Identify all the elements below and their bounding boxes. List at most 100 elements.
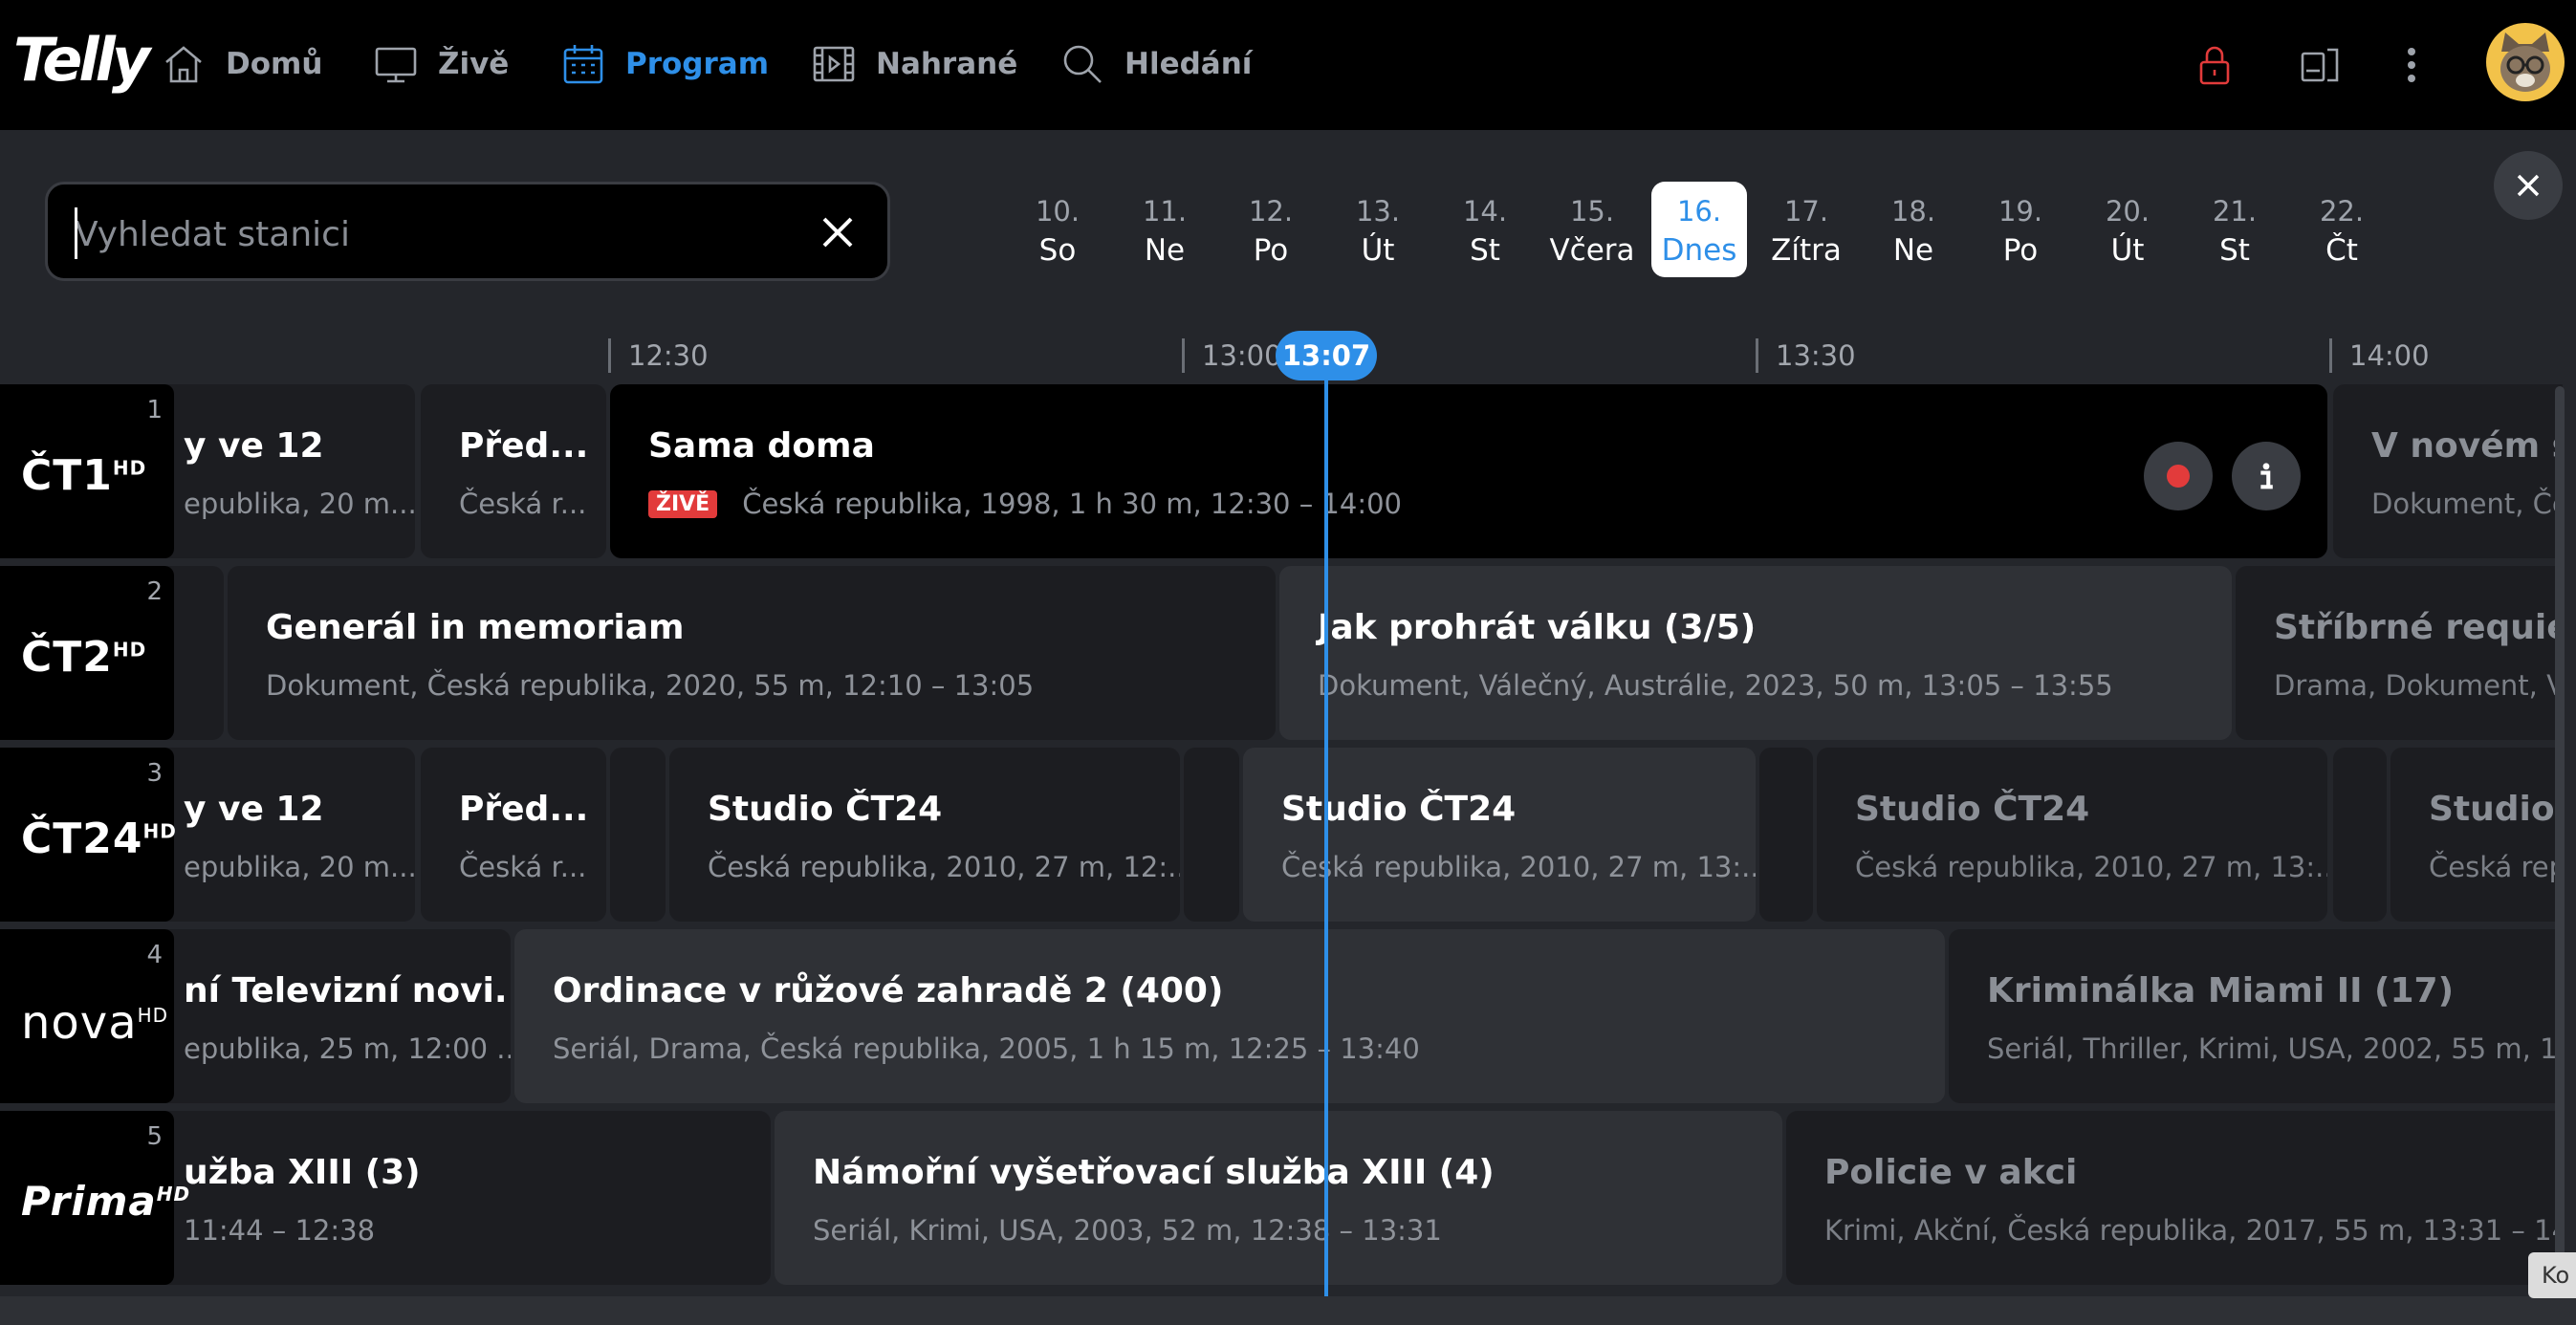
nav-item-search[interactable]: Hledání <box>1059 34 1252 94</box>
channel-logo-ct1[interactable]: 1 ČT1HD <box>0 384 174 558</box>
program-info: Krimi, Akční, Česká republika, 2017, 55 … <box>1824 1214 2563 1247</box>
day-name: St <box>1470 233 1500 268</box>
channel-number: 2 <box>146 577 163 606</box>
station-search-input[interactable] <box>73 207 822 261</box>
program-title: Studio ČT24 <box>708 790 943 829</box>
day-name: Ne <box>1892 233 1934 268</box>
day-name: Po <box>2002 233 2039 268</box>
channel-number: 5 <box>146 1122 163 1151</box>
switch-view-icon <box>2301 48 2339 82</box>
program-cell[interactable]: y ve 12 epublika, 20 m... <box>143 748 415 922</box>
program-cell-current[interactable]: Námořní vyšetřovací služba XIII (4) Seri… <box>775 1111 1782 1285</box>
nav-item-label: Hledání <box>1124 47 1253 81</box>
record-button[interactable] <box>2144 442 2213 510</box>
day-number: 17. <box>1783 195 1829 228</box>
horizontal-scrollbar[interactable] <box>0 1296 2576 1325</box>
program-cell[interactable]: Studio Č Česká rep <box>2390 748 2563 922</box>
program-cell[interactable]: Policie v akci Krimi, Akční, Česká repub… <box>1786 1111 2563 1285</box>
nav-item-program[interactable]: Program <box>560 34 769 94</box>
program-cell[interactable]: V novém sv Dokument, Če <box>2333 384 2563 558</box>
channel-row: y ve 12 epublika, 20 m... Před... Česká … <box>0 746 2563 923</box>
program-title: V novém sv <box>2371 426 2563 466</box>
program-info: epublika, 20 m... <box>184 488 415 520</box>
search-icon <box>1063 45 1102 83</box>
program-cell[interactable]: Kriminálka Miami II (17) Seriál, Thrille… <box>1949 929 2563 1103</box>
day-name: Út <box>1361 233 1395 268</box>
program-cell[interactable]: Generál in memoriam Dokument, Česká repu… <box>228 566 1276 740</box>
lock-icon <box>2199 46 2230 85</box>
program-cell[interactable]: užba XIII (3) 11:44 – 12:38 <box>143 1111 771 1285</box>
program-title: užba XIII (3) <box>184 1153 421 1192</box>
program-cell-live-selected[interactable]: Sama doma ŽIVĚ Česká republika, 1998, 1 h… <box>610 384 2327 558</box>
nav-item-live[interactable]: Živě <box>373 34 509 94</box>
time-tick: 14:00 <box>2329 338 2430 373</box>
clear-search-button[interactable] <box>817 211 859 253</box>
day-item[interactable]: 20. Út <box>2080 182 2175 277</box>
channel-logo-main: nova <box>21 996 138 1050</box>
parental-lock-button[interactable] <box>2188 38 2241 92</box>
day-name: Po <box>1253 233 1289 268</box>
program-cell[interactable]: Studio ČT24 Česká republika, 2010, 27 m,… <box>669 748 1180 922</box>
channel-logo-prima[interactable]: 5 PrimaHD <box>0 1111 189 1285</box>
day-number: 10. <box>1035 195 1081 228</box>
program-info: Česká republika, 2010, 27 m, 12:... <box>708 851 1180 883</box>
telly-logo[interactable]: Telly <box>13 25 150 95</box>
day-name: Ne <box>1144 233 1186 268</box>
day-item[interactable]: 15. Včera <box>1544 182 1640 277</box>
nav-item-home[interactable]: Domů <box>161 34 322 94</box>
close-filter-button[interactable] <box>2494 151 2563 220</box>
program-title: Studio Č <box>2429 790 2563 829</box>
day-item[interactable]: 22. Čt <box>2294 182 2390 277</box>
switch-device-button[interactable] <box>2293 38 2347 92</box>
day-item[interactable]: 21. St <box>2187 182 2282 277</box>
program-cell-current[interactable]: Jak prohrát válku (3/5) Dokument, Válečn… <box>1279 566 2232 740</box>
time-tick: 13:30 <box>1756 338 1856 373</box>
vertical-scrollbar[interactable] <box>2555 386 2565 1294</box>
program-title: Policie v akci <box>1824 1153 2078 1192</box>
day-number: 18. <box>1890 195 1936 228</box>
program-cell[interactable]: Před... Česká r... <box>421 748 606 922</box>
channel-number: 3 <box>146 759 163 788</box>
program-cell[interactable]: y ve 12 epublika, 20 m... <box>143 384 415 558</box>
channel-logo-hd: HD <box>142 819 177 843</box>
program-cell[interactable]: Studio ČT24 Česká republika, 2010, 27 m,… <box>1817 748 2327 922</box>
program-cell[interactable]: Před... Česká r... <box>421 384 606 558</box>
day-item[interactable]: 17. Zítra <box>1758 182 1854 277</box>
program-cell[interactable]: Stříbrné requiem Drama, Dokument, Va <box>2236 566 2563 740</box>
program-title: Kriminálka Miami II (17) <box>1987 971 2455 1010</box>
user-avatar[interactable] <box>2486 23 2565 101</box>
day-item[interactable]: 13. Út <box>1330 182 1426 277</box>
calendar-icon <box>563 45 603 84</box>
more-menu-button[interactable] <box>2385 38 2438 92</box>
channel-logo-ct24[interactable]: 3 ČT24HD <box>0 748 177 922</box>
program-cell[interactable] <box>1184 748 1239 922</box>
program-cell[interactable]: ní Televizní novi... epublika, 25 m, 12:… <box>143 929 511 1103</box>
program-info: ŽIVĚ Česká republika, 1998, 1 h 30 m, 12:… <box>648 488 1402 520</box>
film-icon <box>813 46 855 82</box>
day-item[interactable]: 12. Po <box>1223 182 1319 277</box>
program-title: Studio ČT24 <box>1855 790 2090 829</box>
station-search-box[interactable] <box>45 182 890 281</box>
channel-logo-ct2[interactable]: 2 ČT2HD <box>0 566 174 740</box>
close-icon <box>822 217 853 248</box>
day-item[interactable]: 19. Po <box>1973 182 2068 277</box>
day-item[interactable]: 11. Ne <box>1117 182 1212 277</box>
day-number: 11. <box>1142 195 1188 228</box>
channel-logo-nova[interactable]: 4 novaHD <box>0 929 174 1103</box>
info-button[interactable] <box>2232 442 2301 510</box>
program-info: Drama, Dokument, Va <box>2274 669 2563 702</box>
day-item[interactable]: 18. Ne <box>1866 182 1961 277</box>
day-item[interactable]: 14. St <box>1437 182 1533 277</box>
day-item-today[interactable]: 16. Dnes <box>1651 182 1747 277</box>
program-cell[interactable] <box>610 748 666 922</box>
program-cell-current[interactable]: Ordinace v růžové zahradě 2 (400) Seriál… <box>514 929 1945 1103</box>
program-title: Námořní vyšetřovací služba XIII (4) <box>813 1153 1495 1192</box>
program-title: Sama doma <box>648 426 875 466</box>
channel-logo-main: ČT2 <box>21 633 113 682</box>
program-cell[interactable] <box>2333 748 2387 922</box>
day-item[interactable]: 10. So <box>1010 182 1105 277</box>
program-cell-current[interactable]: Studio ČT24 Česká republika, 2010, 27 m,… <box>1243 748 1756 922</box>
program-info: Česká r... <box>459 488 587 520</box>
nav-item-recorded[interactable]: Nahrané <box>811 34 1017 94</box>
program-cell[interactable] <box>1759 748 1813 922</box>
